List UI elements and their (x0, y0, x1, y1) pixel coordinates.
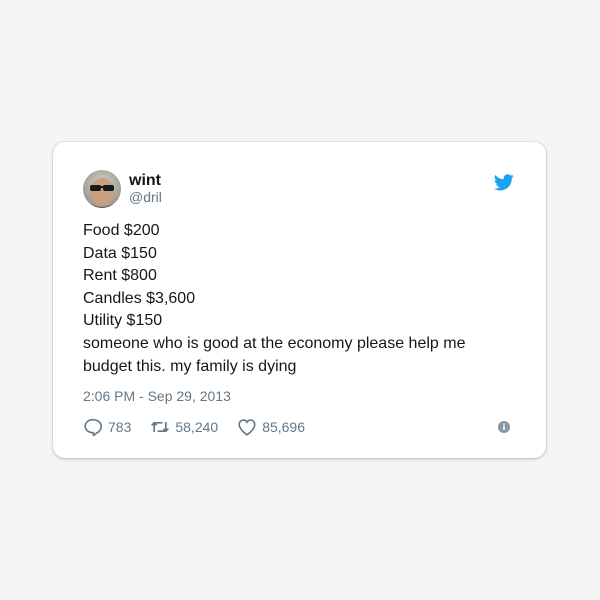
tweet-text: Food $200 Data $150 Rent $800 Candles $3… (83, 220, 516, 378)
avatar[interactable] (83, 170, 121, 208)
retweet-arrows-icon (151, 422, 170, 433)
tweet-line: someone who is good at the economy pleas… (83, 334, 466, 352)
like-button[interactable]: 85,696 (237, 418, 305, 436)
tweet-line: Utility $150 (83, 312, 163, 330)
author-names: wint @dril (129, 172, 162, 206)
twitter-bird-icon[interactable] (494, 174, 514, 191)
tweet-card: wint @dril Food $200 Data $150 Rent $800… (53, 142, 546, 458)
tweet-header: wint @dril (83, 170, 516, 208)
tweet: wint @dril Food $200 Data $150 Rent $800… (83, 170, 516, 437)
tweet-line: Data $150 (83, 244, 157, 262)
action-bar: 783 58,240 85,696 (83, 417, 516, 437)
retweet-button[interactable]: 58,240 (150, 418, 218, 436)
tweet-line: Candles $3,600 (83, 289, 196, 307)
heart-icon (238, 419, 256, 436)
retweet-count: 58,240 (175, 419, 219, 436)
tweet-line: Food $200 (83, 222, 160, 239)
reply-button[interactable]: 783 (83, 418, 132, 437)
reply-count: 783 (108, 419, 132, 436)
speech-bubble-icon (84, 418, 103, 437)
display-name[interactable]: wint (129, 172, 162, 189)
info-icon[interactable] (498, 421, 510, 434)
tweet-line: budget this. my family is dying (83, 357, 297, 375)
tweet-line: Rent $800 (83, 267, 157, 285)
handle[interactable]: @dril (129, 189, 162, 206)
like-count: 85,696 (262, 419, 306, 436)
timestamp[interactable]: 2:06 PM - Sep 29, 2013 (83, 387, 516, 405)
